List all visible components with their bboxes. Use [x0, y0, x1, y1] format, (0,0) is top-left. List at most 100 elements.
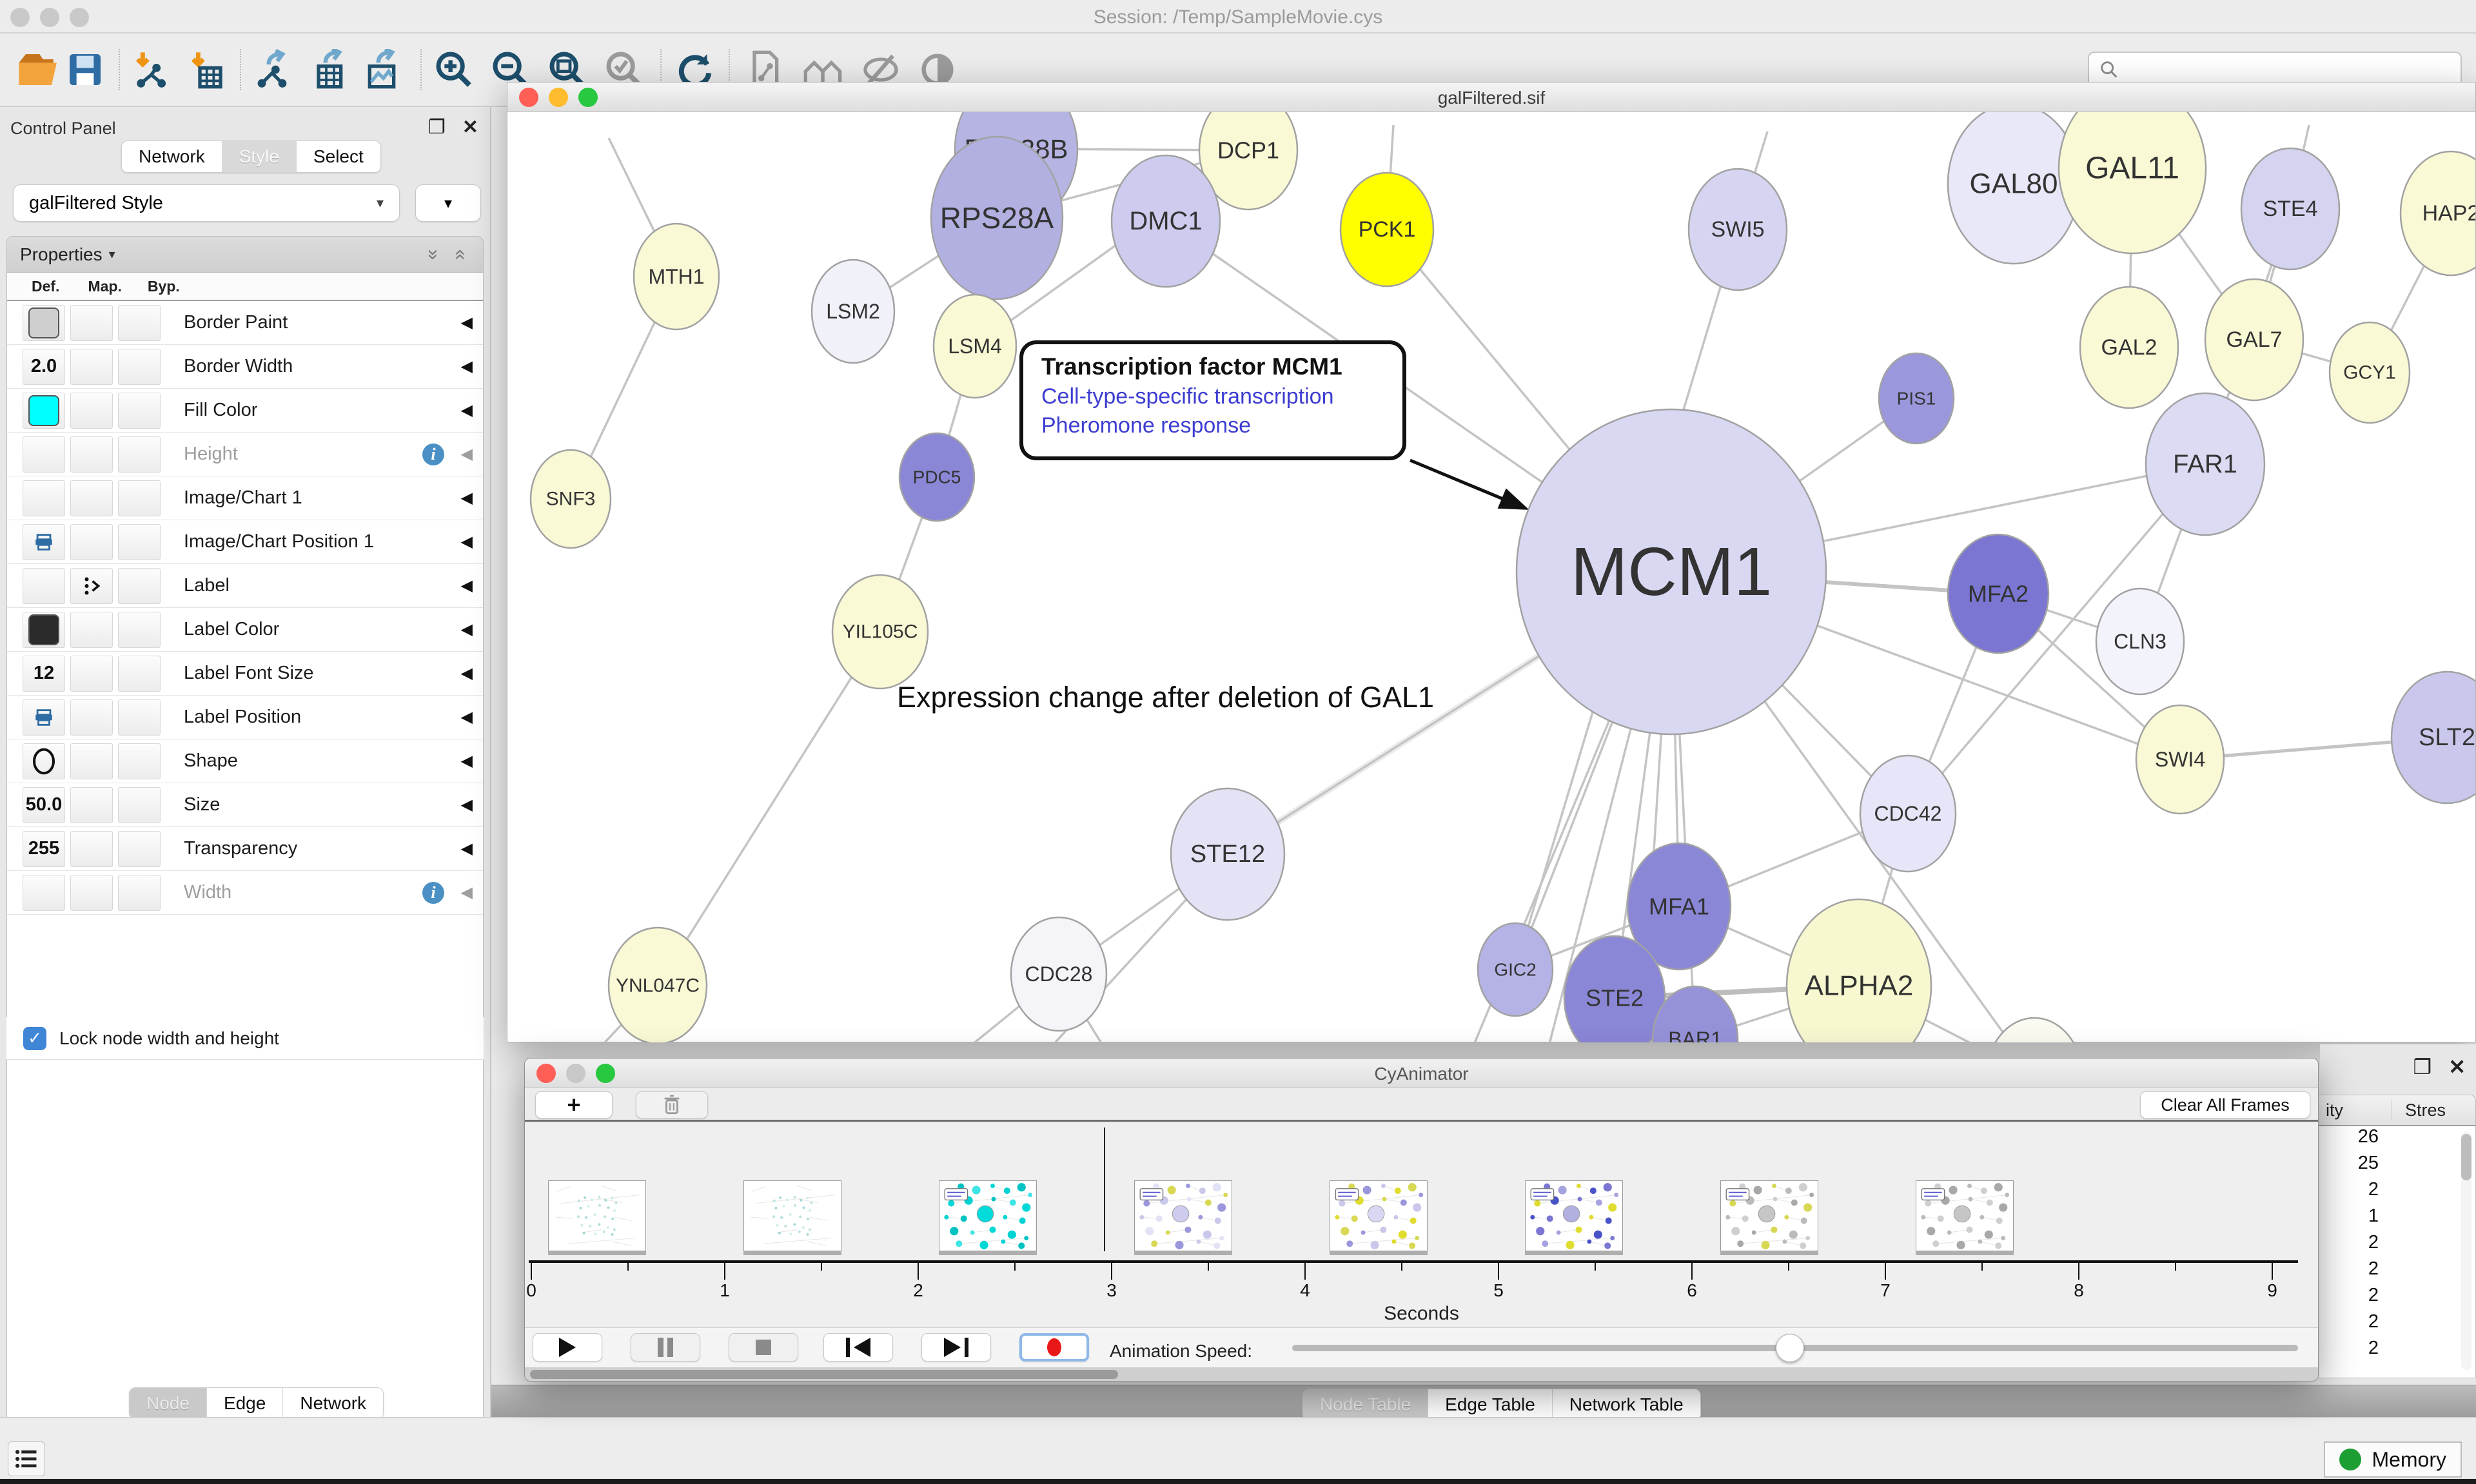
mapping-cell[interactable] [70, 875, 113, 911]
frame-thumbnail-6[interactable] [1720, 1180, 1818, 1251]
property-row-shape[interactable]: Shape◀ [7, 739, 483, 783]
property-row-label-font-size[interactable]: 12Label Font Size◀ [7, 652, 483, 696]
info-icon[interactable]: i [422, 882, 444, 904]
frame-thumbnail-2[interactable] [939, 1180, 1037, 1251]
default-value-cell[interactable] [23, 699, 65, 736]
expand-row-icon[interactable]: ◀ [461, 839, 473, 858]
timeline-playhead[interactable] [1104, 1128, 1105, 1251]
expand-row-icon[interactable]: ◀ [461, 664, 473, 683]
memory-button[interactable]: Memory [2324, 1441, 2462, 1478]
style-options-button[interactable]: ▾ [415, 184, 481, 222]
property-row-transparency[interactable]: 255Transparency◀ [7, 827, 483, 871]
property-row-height[interactable]: Heighti◀ [7, 433, 483, 476]
default-value-cell[interactable] [23, 743, 65, 779]
tab-style[interactable]: Style [222, 141, 296, 172]
expand-row-icon[interactable]: ◀ [461, 576, 473, 595]
bypass-cell[interactable] [118, 699, 161, 736]
mapping-cell[interactable] [70, 393, 113, 429]
mapping-cell[interactable] [70, 699, 113, 736]
expand-row-icon[interactable]: ◀ [461, 708, 473, 727]
stop-button[interactable] [729, 1333, 798, 1362]
table-row[interactable]: 25 [2308, 1153, 2475, 1179]
mapping-cell[interactable] [70, 349, 113, 385]
search-input[interactable] [2120, 59, 2442, 80]
mapping-cell[interactable] [70, 436, 113, 473]
animation-speed-slider[interactable] [1292, 1345, 2298, 1351]
import-network-icon[interactable] [126, 46, 173, 93]
expand-row-icon[interactable]: ◀ [461, 445, 473, 464]
default-value-cell[interactable] [23, 436, 65, 473]
style-selector[interactable]: galFiltered Style ▾ [13, 184, 400, 222]
table-row[interactable]: 26 [2308, 1126, 2475, 1153]
skip-to-end-button[interactable] [921, 1333, 991, 1362]
delete-frame-button[interactable] [636, 1091, 708, 1118]
mapping-cell[interactable] [70, 612, 113, 648]
expand-row-icon[interactable]: ◀ [461, 532, 473, 551]
tab-network[interactable]: Network [282, 1388, 383, 1419]
frame-thumbnail-7[interactable] [1916, 1180, 2014, 1251]
float-panel-icon[interactable]: ❐ [2413, 1055, 2432, 1079]
default-value-cell[interactable] [23, 393, 65, 429]
property-row-border-width[interactable]: 2.0Border Width◀ [7, 345, 483, 389]
default-value-cell[interactable] [23, 568, 65, 604]
bypass-cell[interactable] [118, 524, 161, 560]
mapping-cell[interactable] [70, 568, 113, 604]
add-frame-button[interactable]: + [535, 1091, 613, 1118]
bypass-cell[interactable] [118, 612, 161, 648]
annotation-link[interactable]: Pheromone response [1041, 413, 1402, 438]
skip-to-start-button[interactable] [823, 1333, 893, 1362]
bypass-cell[interactable] [118, 568, 161, 604]
export-network-icon[interactable] [249, 46, 295, 93]
table-scrollbar[interactable] [2461, 1131, 2471, 1370]
default-value-cell[interactable] [23, 524, 65, 560]
column-header[interactable]: ity [2326, 1100, 2343, 1120]
default-value-cell[interactable]: 50.0 [23, 787, 65, 823]
tab-node-table[interactable]: Node Table [1303, 1389, 1428, 1420]
tab-select[interactable]: Select [296, 141, 380, 172]
annotation-box[interactable]: Transcription factor MCM1 Cell-type-spec… [1019, 340, 1406, 460]
mapping-cell[interactable] [70, 305, 113, 341]
bypass-cell[interactable] [118, 480, 161, 516]
lock-node-size-checkbox[interactable]: ✓ [23, 1027, 46, 1050]
expand-row-icon[interactable]: ◀ [461, 357, 473, 376]
default-value-cell[interactable]: 255 [23, 831, 65, 867]
clear-all-frames-button[interactable]: Clear All Frames [2140, 1091, 2310, 1118]
zoom-in-icon[interactable] [431, 46, 477, 93]
cyanimator-titlebar[interactable]: CyAnimator [525, 1059, 2318, 1088]
expand-all-icon[interactable]: » [422, 244, 444, 266]
default-value-cell[interactable]: 2.0 [23, 349, 65, 385]
property-row-image-chart-1[interactable]: Image/Chart 1◀ [7, 476, 483, 520]
toggle-panels-button[interactable] [8, 1441, 45, 1476]
frame-thumbnail-3[interactable] [1134, 1180, 1232, 1251]
column-header[interactable]: Stres [2405, 1100, 2446, 1120]
info-icon[interactable]: i [422, 444, 444, 465]
pause-button[interactable] [631, 1333, 700, 1362]
default-value-cell[interactable] [23, 305, 65, 341]
table-row[interactable]: 2 [2308, 1338, 2475, 1364]
network-window-titlebar[interactable]: galFiltered.sif [507, 83, 2475, 112]
expand-row-icon[interactable]: ◀ [461, 620, 473, 639]
bypass-cell[interactable] [118, 831, 161, 867]
expand-row-icon[interactable]: ◀ [461, 883, 473, 902]
property-row-width[interactable]: Widthi◀ [7, 871, 483, 915]
expand-row-icon[interactable]: ◀ [461, 796, 473, 814]
bypass-cell[interactable] [118, 349, 161, 385]
mapping-cell[interactable] [70, 743, 113, 779]
network-canvas[interactable]: RPS28BDCP1RPS28ADMC1PCK1MTH1LSM2LSM4SWI5… [507, 112, 2475, 1042]
bypass-cell[interactable] [118, 743, 161, 779]
tab-node[interactable]: Node [130, 1388, 206, 1419]
table-row[interactable]: 2 [2308, 1258, 2475, 1285]
table-row[interactable]: 1 [2308, 1206, 2475, 1232]
table-row[interactable]: 2 [2308, 1232, 2475, 1258]
table-row[interactable]: 2 [2308, 1179, 2475, 1206]
bypass-cell[interactable] [118, 393, 161, 429]
record-button[interactable] [1019, 1333, 1089, 1362]
close-panel-icon[interactable]: ✕ [2448, 1055, 2466, 1079]
property-row-border-paint[interactable]: Border Paint◀ [7, 301, 483, 345]
frame-thumbnail-0[interactable] [548, 1180, 646, 1251]
bypass-cell[interactable] [118, 436, 161, 473]
default-value-cell[interactable]: 12 [23, 656, 65, 692]
expand-row-icon[interactable]: ◀ [461, 752, 473, 770]
export-image-icon[interactable] [359, 46, 405, 93]
mapping-cell[interactable] [70, 831, 113, 867]
